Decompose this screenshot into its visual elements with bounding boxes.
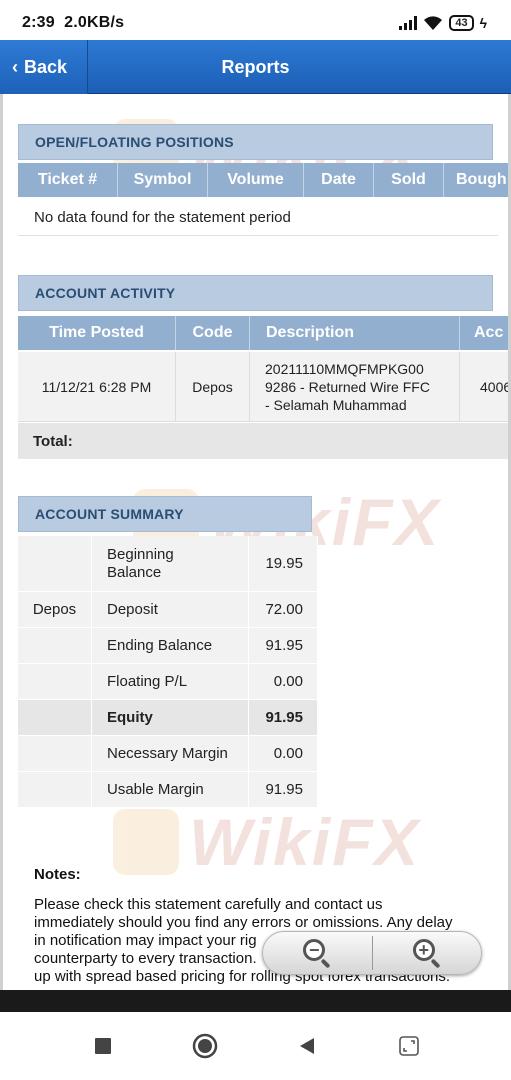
summary-value-cell: 91.95 [249, 628, 318, 663]
battery-icon: 43 [449, 15, 474, 31]
zoom-control: − + [262, 931, 482, 975]
square-icon [94, 1038, 111, 1054]
summary-value-cell: 0.00 [249, 736, 318, 771]
watermark-logo-icon [113, 809, 179, 875]
summary-code-cell [18, 700, 92, 735]
description-cell: 20211110MMQFMPKG00 9286 - Returned Wire … [250, 352, 460, 421]
open-positions-title: OPEN/FLOATING POSITIONS [18, 124, 493, 160]
column-header[interactable]: Bough [444, 163, 508, 197]
summary-row-equity: Equity 91.95 [18, 700, 318, 736]
chevron-left-icon: ‹ [12, 56, 18, 77]
account-summary-table: Beginning Balance 19.95 Depos Deposit 72… [18, 536, 318, 808]
description-line: 20211110MMQFMPKG00 [265, 360, 424, 377]
summary-code-cell [18, 628, 92, 663]
system-nav-bar [0, 1012, 511, 1080]
summary-row-necessary-margin: Necessary Margin 0.00 [18, 736, 318, 772]
summary-label-cell: Necessary Margin [92, 736, 249, 771]
summary-code-cell [18, 536, 92, 591]
bottom-strip [0, 990, 511, 1012]
summary-row-floating-pl: Floating P/L 0.00 [18, 664, 318, 700]
back-nav-button[interactable] [256, 1037, 358, 1055]
zoom-in-icon: + [412, 938, 442, 969]
time-posted-cell: 11/12/21 6:28 PM [18, 352, 176, 421]
circle-icon [192, 1033, 217, 1059]
notes-line: Please check this statement carefully an… [34, 896, 383, 913]
column-header[interactable]: Date [304, 163, 374, 197]
summary-label-cell: Floating P/L [92, 664, 249, 699]
expand-icon [398, 1036, 419, 1056]
status-icons: 43 ϟ [399, 15, 487, 31]
status-speed: 2.0KB/s [64, 14, 125, 31]
summary-label-cell: Deposit [92, 592, 249, 627]
back-button-label: Back [24, 56, 68, 77]
recents-button[interactable] [52, 1037, 154, 1055]
summary-row-deposit: Depos Deposit 72.00 [18, 592, 318, 628]
account-summary-title: ACCOUNT SUMMARY [18, 496, 312, 532]
summary-row-usable-margin: Usable Margin 91.95 [18, 772, 318, 808]
summary-label-cell: Ending Balance [92, 628, 249, 663]
code-cell: Depos [176, 352, 250, 421]
open-positions-header: Ticket # Symbol Volume Date Sold Bough [18, 163, 508, 197]
summary-label-cell: Usable Margin [92, 772, 249, 807]
summary-value-cell: 72.00 [249, 592, 318, 627]
status-time-and-speed: 2:39 2.0KB/s [22, 14, 124, 32]
zoom-out-button[interactable]: − [263, 932, 372, 974]
status-time: 2:39 [22, 14, 55, 31]
column-header[interactable]: Ticket # [18, 163, 118, 197]
watermark: WikiFX [113, 804, 420, 880]
account-activity-title: ACCOUNT ACTIVITY [18, 275, 493, 311]
column-header[interactable]: Volume [208, 163, 304, 197]
description-line: - Selamah Muhammad [265, 396, 407, 413]
summary-label-cell: Beginning Balance [92, 536, 249, 591]
signal-icon [399, 16, 418, 30]
column-header[interactable]: Sold [374, 163, 444, 197]
charging-icon: ϟ [479, 15, 487, 31]
summary-code-cell [18, 736, 92, 771]
summary-row-beginning-balance: Beginning Balance 19.95 [18, 536, 318, 592]
summary-label-cell: Equity [92, 700, 249, 735]
total-row: Total: [18, 423, 508, 459]
app-header: ‹ Back Reports [0, 40, 511, 94]
summary-value-cell: 19.95 [249, 536, 318, 591]
battery-level: 43 [455, 17, 468, 29]
column-header[interactable]: Description [250, 316, 460, 350]
table-row: 11/12/21 6:28 PM Depos 20211110MMQFMPKG0… [18, 352, 511, 422]
column-header[interactable]: Acc [460, 316, 508, 350]
home-button[interactable] [154, 1033, 256, 1059]
account-cell: 40062 [480, 378, 511, 395]
watermark-text: WikiFX [189, 805, 421, 879]
summary-value-cell: 91.95 [249, 700, 318, 735]
screen-button[interactable] [358, 1035, 460, 1057]
column-header[interactable]: Symbol [118, 163, 208, 197]
column-header[interactable]: Time Posted [18, 316, 176, 350]
summary-code-cell [18, 772, 92, 807]
summary-code-cell [18, 664, 92, 699]
summary-value-cell: 0.00 [249, 664, 318, 699]
back-button[interactable]: ‹ Back [0, 40, 88, 94]
zoom-out-icon: − [302, 938, 332, 969]
notes-title: Notes: [34, 866, 81, 883]
report-content[interactable]: WikiFX WikiFX WikiFX OPEN/FLOATING POSIT… [0, 94, 511, 990]
zoom-in-button[interactable]: + [373, 932, 482, 974]
summary-row-ending-balance: Ending Balance 91.95 [18, 628, 318, 664]
summary-label-line: Beginning [107, 545, 174, 563]
notes-line: immediately should you find any errors o… [34, 914, 453, 931]
wifi-icon [424, 16, 443, 30]
summary-code-cell: Depos [18, 592, 92, 627]
triangle-back-icon [299, 1038, 314, 1054]
account-activity-header: Time Posted Code Description Acc [18, 316, 508, 350]
summary-label-line: Balance [107, 563, 162, 581]
empty-message: No data found for the statement period [18, 200, 498, 236]
description-line: 9286 - Returned Wire FFC [265, 378, 430, 395]
column-header[interactable]: Code [176, 316, 250, 350]
summary-value-cell: 91.95 [249, 772, 318, 807]
